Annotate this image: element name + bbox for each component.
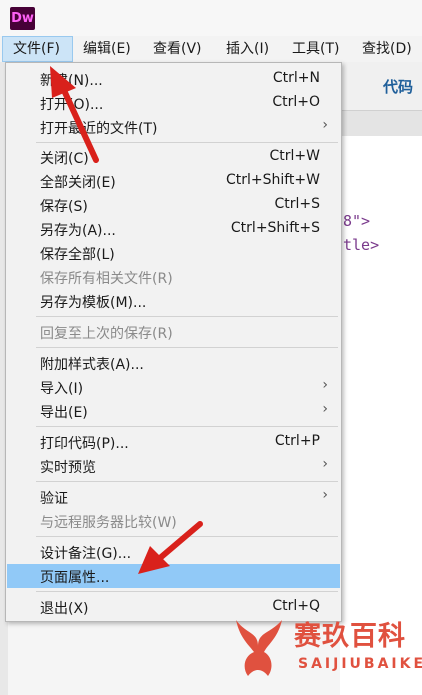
- menu-item-shortcut: Ctrl+O: [272, 94, 320, 110]
- menu-separator: [36, 316, 338, 317]
- menu-item-label: 关闭(C): [40, 151, 89, 167]
- menu-item-label: 保存所有相关文件(R): [40, 271, 173, 287]
- menu-item-export[interactable]: 导出(E) ›: [7, 399, 340, 423]
- menu-item-label: 附加样式表(A)...: [40, 357, 144, 373]
- menu-separator: [36, 481, 338, 482]
- menu-item-label: 实时预览: [40, 460, 96, 476]
- menu-item-label: 另存为模板(M)...: [40, 295, 147, 311]
- menu-item-save-as-template[interactable]: 另存为模板(M)...: [7, 289, 340, 313]
- menu-item-label: 设计备注(G)...: [40, 546, 132, 562]
- menu-item-label: 导入(I): [40, 381, 84, 397]
- code-line-2: tle>: [343, 236, 380, 254]
- code-line-1: 8">: [343, 212, 371, 230]
- menu-item-label: 退出(X): [40, 601, 89, 617]
- menu-file[interactable]: 文件(F): [2, 36, 73, 62]
- menu-item-save[interactable]: 保存(S) Ctrl+S: [7, 193, 340, 217]
- menu-insert[interactable]: 插入(I): [226, 36, 269, 62]
- menu-item-shortcut: Ctrl+Shift+W: [225, 172, 320, 188]
- menu-item-shortcut: Ctrl+W: [269, 148, 320, 164]
- dreamweaver-logo: Dw: [10, 7, 35, 30]
- menu-item-label: 验证: [40, 491, 68, 507]
- watermark: 赛玖百科 SAIJIUBAIKE: [228, 612, 422, 692]
- menu-item-revert: 回复至上次的保存(R): [7, 320, 340, 344]
- menu-item-label: 打印代码(P)...: [40, 436, 129, 452]
- menu-item-label: 保存全部(L): [40, 247, 115, 263]
- watermark-english-text: SAIJIUBAIKE: [298, 656, 422, 672]
- watermark-whale-tail-icon: [236, 620, 282, 676]
- menu-item-label: 保存(S): [40, 199, 88, 215]
- menu-item-label: 全部关闭(E): [40, 175, 116, 191]
- menu-item-label: 另存为(A)...: [40, 223, 116, 239]
- menu-item-compare-remote: 与远程服务器比较(W): [7, 509, 340, 533]
- menu-bar: 文件(F) 编辑(E) 查看(V) 插入(I) 工具(T) 查找(D): [0, 36, 422, 62]
- menu-tools[interactable]: 工具(T): [292, 36, 339, 62]
- menu-item-design-notes[interactable]: 设计备注(G)...: [7, 540, 340, 564]
- menu-separator: [36, 426, 338, 427]
- menu-item-label: 页面属性...: [40, 570, 110, 586]
- menu-item-label: 与远程服务器比较(W): [40, 515, 177, 531]
- menu-separator: [36, 347, 338, 348]
- menu-item-label: 打开最近的文件(T): [40, 121, 158, 137]
- menu-item-live-preview[interactable]: 实时预览 ›: [7, 454, 340, 478]
- menu-item-shortcut: Ctrl+N: [272, 70, 320, 86]
- menu-item-save-all[interactable]: 保存全部(L): [7, 241, 340, 265]
- menu-separator: [36, 536, 338, 537]
- menu-edit[interactable]: 编辑(E): [83, 36, 131, 62]
- document-tab-strip: [340, 110, 422, 137]
- menu-item-page-properties[interactable]: 页面属性...: [7, 564, 340, 588]
- menu-item-shortcut: Ctrl+S: [274, 196, 320, 212]
- watermark-chinese-text: 赛玖百科: [294, 621, 406, 652]
- menu-item-open-recent[interactable]: 打开最近的文件(T) ›: [7, 115, 340, 139]
- menu-separator: [36, 142, 338, 143]
- menu-item-validate[interactable]: 验证 ›: [7, 485, 340, 509]
- submenu-arrow-icon: ›: [322, 377, 328, 393]
- title-bar: Dw: [0, 0, 422, 36]
- menu-item-attach-stylesheet[interactable]: 附加样式表(A)...: [7, 351, 340, 375]
- menu-item-print-code[interactable]: 打印代码(P)... Ctrl+P: [7, 430, 340, 454]
- menu-item-import[interactable]: 导入(I) ›: [7, 375, 340, 399]
- submenu-arrow-icon: ›: [322, 487, 328, 503]
- menu-separator: [36, 591, 338, 592]
- menu-item-shortcut: Ctrl+Shift+S: [230, 220, 320, 236]
- menu-item-label: 导出(E): [40, 405, 88, 421]
- menu-item-label: 回复至上次的保存(R): [40, 326, 173, 342]
- menu-item-save-all-related: 保存所有相关文件(R): [7, 265, 340, 289]
- menu-item-save-as[interactable]: 另存为(A)... Ctrl+Shift+S: [7, 217, 340, 241]
- menu-item-label: 新建(N)...: [40, 73, 103, 89]
- menu-item-close-all[interactable]: 全部关闭(E) Ctrl+Shift+W: [7, 169, 340, 193]
- menu-item-open[interactable]: 打开(O)... Ctrl+O: [7, 91, 340, 115]
- file-menu-dropdown: 新建(N)... Ctrl+N 打开(O)... Ctrl+O 打开最近的文件(…: [5, 62, 342, 622]
- menu-item-label: 打开(O)...: [40, 97, 104, 113]
- submenu-arrow-icon: ›: [322, 117, 328, 133]
- menu-item-new[interactable]: 新建(N)... Ctrl+N: [7, 67, 340, 91]
- code-view-button[interactable]: 代码: [383, 76, 413, 97]
- submenu-arrow-icon: ›: [322, 456, 328, 472]
- menu-item-shortcut: Ctrl+P: [274, 433, 320, 449]
- submenu-arrow-icon: ›: [322, 401, 328, 417]
- menu-find[interactable]: 查找(D): [362, 36, 412, 62]
- menu-view[interactable]: 查看(V): [153, 36, 202, 62]
- menu-item-close[interactable]: 关闭(C) Ctrl+W: [7, 145, 340, 169]
